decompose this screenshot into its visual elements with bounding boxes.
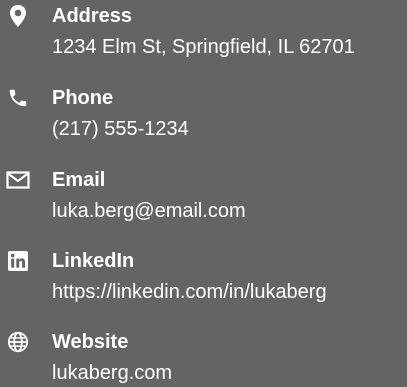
envelope-icon [6,168,30,192]
email-value[interactable]: luka.berg@email.com [52,199,246,223]
phone-label: Phone [52,87,114,109]
phone-icon [6,86,30,110]
phone-value[interactable]: (217) 555-1234 [52,117,189,141]
website-label: Website [52,331,129,353]
website-value[interactable]: lukaberg.com [52,361,172,385]
address-label: Address [52,5,133,27]
linkedin-value[interactable]: https://linkedin.com/in/lukaberg [52,280,327,304]
globe-icon [6,330,30,354]
contact-item-email: Email luka.berg@email.com [0,166,407,222]
address-value: 1234 Elm St, Springfield, IL 62701 [52,36,355,58]
linkedin-label: LinkedIn [52,250,135,272]
linkedin-icon [6,249,30,273]
contact-list: Address 1234 Elm St, Springfield, IL 627… [0,0,407,387]
contact-item-website: Website lukaberg.com [0,328,407,384]
location-pin-icon [6,4,30,28]
contact-item-address: Address 1234 Elm St, Springfield, IL 627… [0,2,407,58]
contact-item-phone: Phone (217) 555-1234 [0,84,407,140]
contact-item-linkedin: LinkedIn https://linkedin.com/in/lukaber… [0,247,407,303]
email-label: Email [52,169,106,191]
